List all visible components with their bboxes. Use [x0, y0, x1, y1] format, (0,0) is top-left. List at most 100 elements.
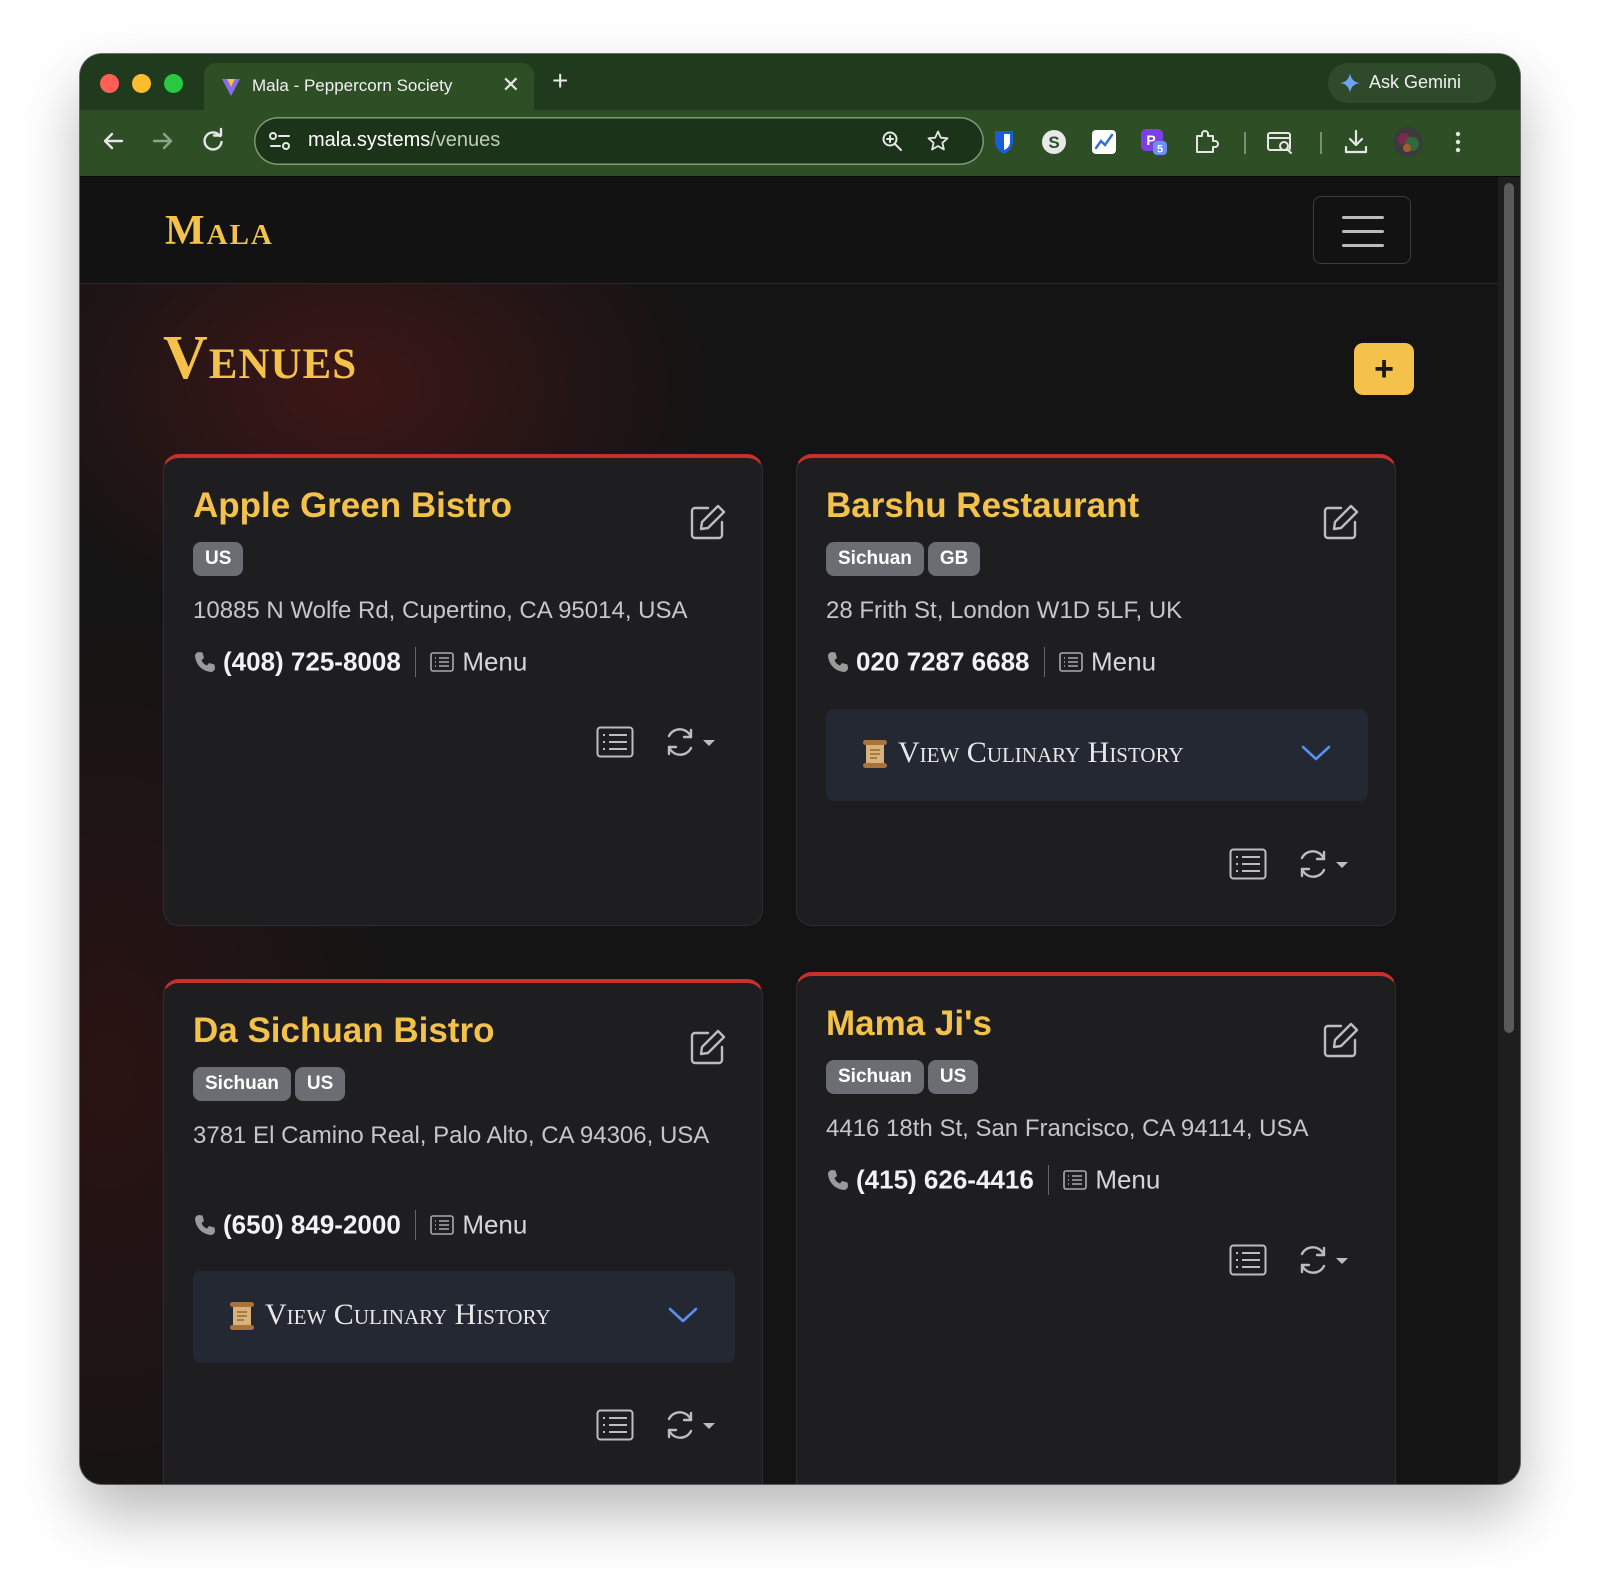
hamburger-line — [1342, 216, 1384, 219]
browser-window: Mala - Peppercorn Society ✕ + Ask Gemini — [80, 54, 1520, 1484]
zoom-icon[interactable] — [880, 129, 904, 153]
menu-link[interactable]: Menu — [462, 647, 527, 677]
scroll-icon — [230, 1302, 254, 1330]
caret-down-icon[interactable] — [1335, 860, 1349, 870]
cuisine-badge: Sichuan — [193, 1067, 291, 1101]
s-extension-icon[interactable]: S — [1040, 128, 1068, 156]
venue-name[interactable]: Apple Green Bistro — [193, 486, 512, 526]
menu-icon — [430, 1215, 455, 1235]
country-badge: GB — [927, 542, 981, 576]
phone-icon — [195, 652, 215, 673]
culinary-history-label: View Culinary History — [265, 1298, 551, 1331]
menu-link[interactable]: Menu — [1091, 647, 1156, 677]
sync-icon[interactable] — [662, 724, 698, 760]
menu-link[interactable]: Menu — [462, 1210, 527, 1240]
list-icon[interactable] — [1229, 1244, 1267, 1276]
venue-card: Apple Green Bistro US 10885 N Wolfe Rd, … — [163, 454, 763, 926]
card-actions — [596, 1407, 726, 1447]
venue-card: Da Sichuan Bistro Sichuan US 3781 El Cami… — [163, 979, 763, 1484]
tab-close-icon[interactable]: ✕ — [502, 72, 520, 98]
edit-icon[interactable] — [1321, 1020, 1361, 1060]
venue-name[interactable]: Mama Ji's — [826, 1004, 992, 1044]
country-badge: US — [927, 1060, 979, 1094]
venue-badges: Sichuan US — [193, 1067, 349, 1101]
venue-badges: Sichuan GB — [826, 542, 984, 576]
sync-icon[interactable] — [1295, 1242, 1331, 1278]
ask-gemini-button[interactable]: Ask Gemini — [1328, 63, 1496, 103]
tab-title: Mala - Peppercorn Society — [252, 76, 453, 95]
venue-contact: (650) 849-2000 Menu — [193, 1208, 527, 1242]
edit-icon[interactable] — [688, 502, 728, 542]
extensions-puzzle-icon[interactable] — [1192, 128, 1220, 156]
toolbar-divider — [1244, 132, 1246, 154]
venue-phone[interactable]: (415) 626-4416 — [856, 1165, 1034, 1195]
bitwarden-extension-icon[interactable] — [990, 128, 1018, 156]
edit-icon[interactable] — [1321, 502, 1361, 542]
culinary-history-label: View Culinary History — [898, 736, 1184, 769]
contact-divider — [414, 647, 417, 678]
sync-icon[interactable] — [1295, 846, 1331, 882]
venue-name[interactable]: Da Sichuan Bistro — [193, 1011, 494, 1051]
reload-icon[interactable] — [198, 126, 228, 156]
extension-badge-count: 5 — [1157, 144, 1163, 156]
phone-icon — [195, 1215, 215, 1236]
menu-icon — [1063, 1170, 1088, 1190]
contact-divider — [414, 1210, 417, 1241]
sync-icon[interactable] — [662, 1407, 698, 1443]
forward-arrow-icon[interactable] — [148, 126, 178, 156]
hamburger-line — [1342, 230, 1384, 233]
active-tab[interactable]: Mala - Peppercorn Society ✕ — [204, 63, 534, 110]
hamburger-menu-button[interactable] — [1313, 196, 1411, 264]
venue-address: 28 Frith St, London W1D 5LF, UK — [826, 597, 1183, 624]
back-arrow-icon[interactable] — [98, 126, 128, 156]
venue-name[interactable]: Barshu Restaurant — [826, 486, 1139, 526]
page-scrollbar[interactable] — [1498, 177, 1520, 1484]
close-window-button[interactable] — [100, 74, 119, 93]
ask-gemini-label: Ask Gemini — [1369, 72, 1462, 92]
list-icon[interactable] — [596, 726, 634, 758]
tab-search-icon[interactable] — [1266, 128, 1294, 156]
url-host: mala.systems — [308, 129, 431, 151]
caret-down-icon[interactable] — [702, 1421, 716, 1431]
download-icon[interactable] — [1342, 128, 1370, 156]
venue-phone[interactable]: (650) 849-2000 — [223, 1210, 401, 1240]
menu-icon — [430, 652, 455, 672]
edit-icon[interactable] — [688, 1027, 728, 1067]
page-title: Venues — [163, 324, 358, 392]
culinary-history-toggle[interactable]: View Culinary History — [193, 1271, 735, 1363]
brand-logo[interactable]: Mala — [165, 207, 274, 255]
scrollbar-thumb[interactable] — [1504, 183, 1514, 1033]
phone-icon — [828, 652, 848, 673]
hamburger-line — [1342, 244, 1384, 247]
caret-down-icon[interactable] — [1335, 1256, 1349, 1266]
add-venue-button[interactable]: + — [1354, 343, 1414, 395]
bookmark-star-icon[interactable] — [926, 129, 950, 153]
browser-menu-icon[interactable] — [1444, 128, 1472, 156]
venue-phone[interactable]: (408) 725-8008 — [223, 647, 401, 677]
browser-toolbar: mala.systems/venues S P 5 — [80, 110, 1520, 177]
tab-strip: Mala - Peppercorn Society ✕ + Ask Gemini — [80, 54, 1520, 110]
profile-avatar[interactable] — [1392, 126, 1424, 158]
address-bar[interactable]: mala.systems/venues — [254, 117, 984, 165]
new-tab-button[interactable]: + — [552, 66, 568, 96]
maximize-window-button[interactable] — [164, 74, 183, 93]
venue-phone[interactable]: 020 7287 6688 — [856, 647, 1030, 677]
culinary-history-toggle[interactable]: View Culinary History — [826, 709, 1368, 801]
site-info-icon[interactable] — [268, 130, 292, 152]
chart-extension-icon[interactable] — [1090, 128, 1118, 156]
caret-down-icon[interactable] — [702, 738, 716, 748]
chevron-down-icon — [1301, 745, 1331, 761]
list-icon[interactable] — [596, 1409, 634, 1441]
venue-address: 4416 18th St, San Francisco, CA 94114, U… — [826, 1115, 1309, 1142]
list-icon[interactable] — [1229, 848, 1267, 880]
minimize-window-button[interactable] — [132, 74, 151, 93]
menu-link[interactable]: Menu — [1095, 1165, 1160, 1195]
p-extension-icon[interactable]: P 5 — [1140, 128, 1168, 156]
scroll-icon — [863, 740, 887, 768]
contact-divider — [1043, 647, 1046, 678]
app-navbar: Mala — [80, 177, 1498, 284]
contact-divider — [1047, 1165, 1050, 1196]
card-actions — [1229, 846, 1359, 886]
venue-badges: Sichuan US — [826, 1060, 982, 1094]
url-text: mala.systems/venues — [308, 129, 500, 152]
